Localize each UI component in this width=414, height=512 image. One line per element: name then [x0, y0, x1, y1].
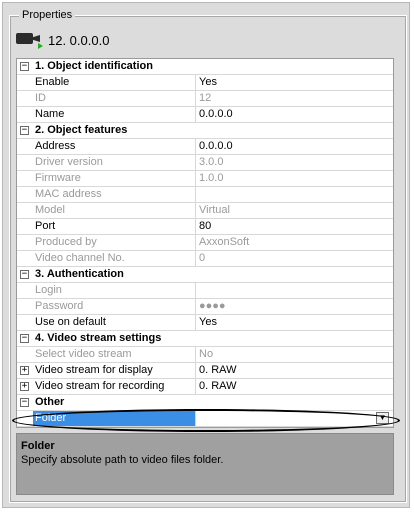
property-value[interactable]: Yes	[196, 315, 393, 330]
property-row[interactable]: Port 80	[17, 219, 393, 235]
device-header: 12. 0.0.0.0	[16, 30, 109, 50]
property-name: Address	[33, 139, 196, 154]
collapse-icon[interactable]: −	[20, 62, 29, 71]
property-value[interactable]: ▼	[196, 411, 393, 426]
property-value-text: 1.0.0	[199, 172, 224, 184]
property-value-text: 12	[199, 92, 212, 104]
property-name: Folder	[33, 411, 196, 426]
category-label: Other	[35, 396, 65, 408]
property-row[interactable]: MAC address	[17, 187, 393, 203]
expand-icon[interactable]: +	[20, 366, 29, 375]
property-row[interactable]: Driver version 3.0.0	[17, 155, 393, 171]
property-value[interactable]: 0. RAW	[196, 363, 393, 378]
property-value-text: 0.0.0.0	[199, 140, 233, 152]
property-value: 3.0.0	[196, 155, 393, 170]
property-value: Virtual	[196, 203, 393, 218]
property-value[interactable]: 0.0.0.0	[196, 107, 393, 122]
property-row[interactable]: ID 12	[17, 91, 393, 107]
property-name: Password	[33, 299, 196, 314]
property-row[interactable]: Folder ▼	[17, 411, 393, 427]
property-name: Login	[33, 283, 196, 298]
property-name: Enable	[33, 75, 196, 90]
property-row[interactable]: Use on default Yes	[17, 315, 393, 331]
property-value-text: Yes	[199, 316, 217, 328]
property-value: AxxonSoft	[196, 235, 393, 250]
property-value: 0	[196, 251, 393, 266]
property-row[interactable]: Address 0.0.0.0	[17, 139, 393, 155]
property-row[interactable]: Firmware 1.0.0	[17, 171, 393, 187]
device-title: 12. 0.0.0.0	[48, 32, 110, 48]
property-value-text: 0.0.0.0	[199, 108, 233, 120]
property-value	[196, 187, 393, 202]
property-grid[interactable]: −1. Object identification Enable Yes ID 12 Na…	[16, 58, 394, 428]
property-name: Use on default	[33, 315, 196, 330]
property-row[interactable]: + Video stream for recording 0. RAW	[17, 379, 393, 395]
property-value: 1.0.0	[196, 171, 393, 186]
camera-icon	[16, 30, 43, 50]
collapse-icon[interactable]: −	[20, 270, 29, 279]
property-row[interactable]: Select video stream No	[17, 347, 393, 363]
category-row[interactable]: −2. Object features	[17, 123, 393, 139]
property-value[interactable]: 0.0.0.0	[196, 139, 393, 154]
property-name: Video channel No.	[33, 251, 196, 266]
property-value-text: ●●●●	[199, 300, 226, 312]
property-value[interactable]: 0. RAW	[196, 379, 393, 394]
property-row[interactable]: Produced by AxxonSoft	[17, 235, 393, 251]
category-label: 1. Object identification	[35, 60, 153, 72]
property-name: Port	[33, 219, 196, 234]
property-value[interactable]: Yes	[196, 75, 393, 90]
collapse-icon[interactable]: −	[20, 126, 29, 135]
property-value: 12	[196, 91, 393, 106]
property-value-text: AxxonSoft	[199, 236, 250, 248]
property-value-text: No	[199, 348, 214, 360]
property-value: ●●●●	[196, 299, 393, 314]
property-value-text: 0. RAW	[199, 364, 237, 376]
category-row[interactable]: − Other	[17, 395, 393, 411]
property-name: Firmware	[33, 171, 196, 186]
category-label: 3. Authentication	[35, 268, 124, 280]
property-name: ID	[33, 91, 196, 106]
property-row[interactable]: Name 0.0.0.0	[17, 107, 393, 123]
property-row[interactable]: + Video stream for display 0. RAW	[17, 363, 393, 379]
expand-icon[interactable]: +	[20, 382, 29, 391]
property-row[interactable]: Enable Yes	[17, 75, 393, 91]
property-value-text: 3.0.0	[199, 156, 224, 168]
property-value: No	[196, 347, 393, 362]
property-value[interactable]: 80	[196, 219, 393, 234]
property-value	[196, 283, 393, 298]
property-name: Video stream for recording	[33, 379, 196, 394]
category-row[interactable]: −3. Authentication	[17, 267, 393, 283]
property-row[interactable]: Model Virtual	[17, 203, 393, 219]
description-panel: Folder Specify absolute path to video fi…	[16, 433, 394, 495]
description-text: Specify absolute path to video files fol…	[21, 454, 224, 466]
property-name: Produced by	[33, 235, 196, 250]
collapse-icon[interactable]: −	[20, 398, 29, 407]
dropdown-arrow-icon[interactable]: ▼	[376, 412, 389, 424]
category-row[interactable]: −1. Object identification	[17, 59, 393, 75]
property-name: Model	[33, 203, 196, 218]
property-value-text: 0	[199, 252, 206, 264]
property-name: Name	[33, 107, 196, 122]
property-value-text: Yes	[199, 76, 217, 88]
category-label: 2. Object features	[35, 124, 128, 136]
property-name: Video stream for display	[33, 363, 196, 378]
property-value-text: 80	[199, 220, 212, 232]
properties-group-title: Properties	[19, 9, 76, 21]
category-label: 4. Video stream settings	[35, 332, 162, 344]
property-row[interactable]: Login	[17, 283, 393, 299]
category-row[interactable]: −4. Video stream settings	[17, 331, 393, 347]
property-row[interactable]: Password ●●●●	[17, 299, 393, 315]
property-name: MAC address	[33, 187, 196, 202]
property-value-text: 0. RAW	[199, 380, 237, 392]
property-name: Driver version	[33, 155, 196, 170]
property-row[interactable]: Video channel No. 0	[17, 251, 393, 267]
collapse-icon[interactable]: −	[20, 334, 29, 343]
property-name: Select video stream	[33, 347, 196, 362]
description-title: Folder	[21, 440, 55, 452]
property-value-text: Virtual	[199, 204, 230, 216]
